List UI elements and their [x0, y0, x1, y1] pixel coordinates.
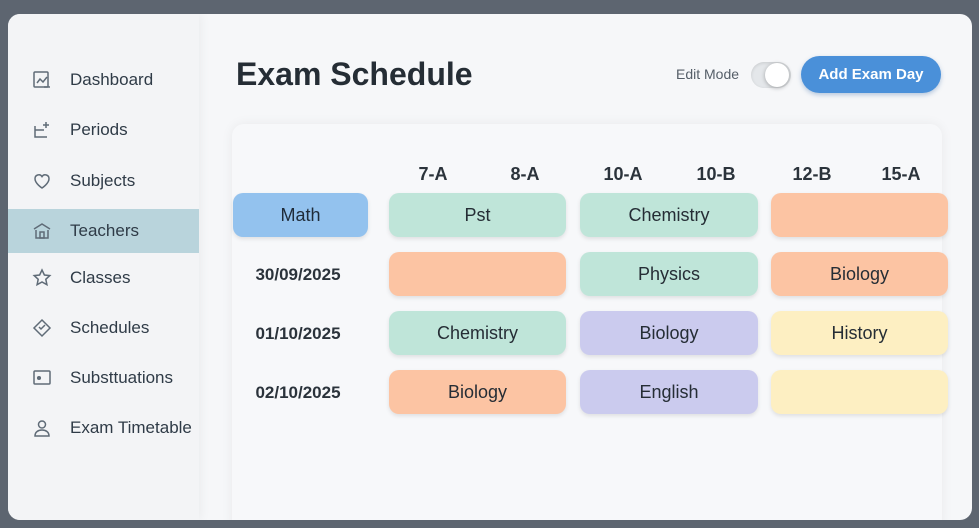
date-label: 30/09/2025 [255, 265, 341, 284]
sidebar-item-label: Schedules [70, 318, 150, 337]
sidebar-item-teachers[interactable]: Teachers [8, 209, 199, 253]
toggle-knob [765, 63, 789, 87]
sidebar-item-dashboard[interactable]: Dashboard [8, 58, 199, 102]
column-header: 8-A [510, 164, 540, 184]
schedule-cell[interactable]: Chemistry [389, 311, 566, 355]
subject-chip-math[interactable]: Math [233, 193, 368, 237]
schedule-cell[interactable]: Pst [389, 193, 566, 237]
sidebar-item-label: Subjects [70, 171, 136, 190]
edit-mode-label: Edit Mode [676, 66, 740, 82]
sidebar-item-label: Substtuations [70, 368, 174, 387]
sidebar-item-label: Periods [70, 120, 128, 139]
schedules-icon [32, 318, 52, 338]
sidebar-item-label: Dashboard [70, 70, 154, 89]
sidebar-item-label: Classes [70, 268, 131, 287]
schedule-cell[interactable]: History [771, 311, 948, 355]
column-header: 7-A [418, 164, 448, 184]
schedule-cell[interactable] [771, 370, 948, 414]
schedule-cell[interactable]: Biology [389, 370, 566, 414]
sidebar: Dashboard Periods Subjects Teachers Clas… [8, 14, 199, 520]
schedule-cell[interactable]: Biology [771, 252, 948, 296]
sidebar-item-substtuations[interactable]: Substtuations [8, 356, 199, 400]
schedule-cell[interactable]: English [580, 370, 758, 414]
date-label: 01/10/2025 [255, 324, 341, 343]
edit-mode-toggle[interactable] [751, 62, 791, 88]
sidebar-item-subjects[interactable]: Subjects [8, 159, 199, 203]
date-label: 02/10/2025 [255, 383, 341, 402]
schedule-cell[interactable] [771, 193, 948, 237]
sidebar-item-schedules[interactable]: Schedules [8, 306, 199, 350]
sidebar-item-classes[interactable]: Classes [8, 256, 199, 300]
sidebar-item-label: Teachers [70, 221, 139, 240]
user-icon [32, 418, 52, 438]
dashboard-icon [32, 70, 52, 90]
main-content: Exam Schedule Edit Mode Add Exam Day 7-A… [199, 14, 972, 520]
schedule-cell[interactable]: Chemistry [580, 193, 758, 237]
schedule-cell[interactable] [389, 252, 566, 296]
star-icon [32, 268, 52, 288]
school-icon [32, 221, 52, 241]
schedule-cell[interactable]: Biology [580, 311, 758, 355]
column-header: 10-B [696, 164, 736, 184]
add-exam-day-button[interactable]: Add Exam Day [801, 56, 941, 93]
periods-icon [32, 120, 52, 140]
sidebar-item-exam-timetable[interactable]: Exam Timetable [8, 406, 199, 450]
column-header: 12-B [792, 164, 832, 184]
app-window: Dashboard Periods Subjects Teachers Clas… [8, 14, 972, 520]
column-header: 15-A [881, 164, 921, 184]
sidebar-item-label: Exam Timetable [70, 418, 192, 437]
heart-icon [32, 171, 52, 191]
column-header: 10-A [603, 164, 643, 184]
page-title: Exam Schedule [236, 56, 473, 92]
monitor-icon [32, 368, 52, 388]
sidebar-item-periods[interactable]: Periods [8, 108, 199, 152]
schedule-cell[interactable]: Physics [580, 252, 758, 296]
